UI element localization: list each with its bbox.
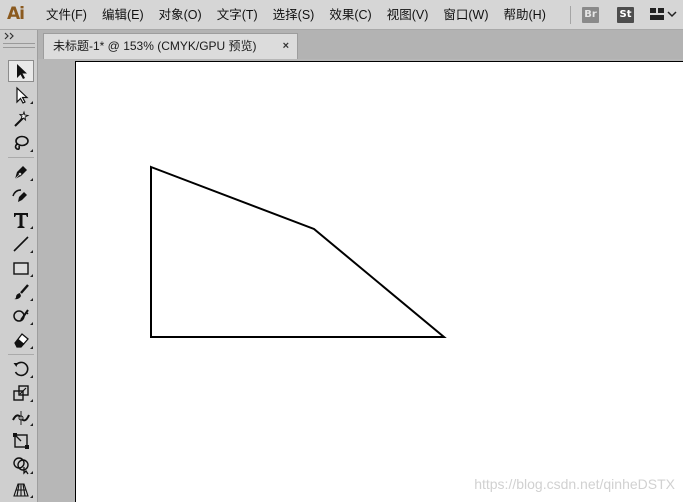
- selection-tool[interactable]: [8, 60, 34, 82]
- menu-separator: [570, 6, 571, 24]
- lasso-tool[interactable]: [8, 132, 34, 154]
- document-tab-title: 未标题-1* @ 153% (CMYK/GPU 预览): [53, 39, 257, 53]
- canvas-area[interactable]: https://blog.csdn.net/qinheDSTX: [38, 59, 683, 502]
- pen-icon: [14, 166, 27, 180]
- menu-object[interactable]: 对象(O): [159, 0, 202, 30]
- tool-flyout-indicator: [30, 346, 33, 349]
- pen-tool[interactable]: [8, 161, 34, 183]
- magic-wand-icon: [14, 110, 30, 127]
- type-icon: [14, 213, 28, 228]
- width-icon: [12, 411, 30, 425]
- paintbrush-icon: [14, 284, 29, 300]
- tool-flyout-indicator: [30, 322, 33, 325]
- shape-builder-icon: [13, 457, 29, 475]
- menu-edit[interactable]: 编辑(E): [102, 0, 144, 30]
- direct-selection-tool[interactable]: [8, 84, 34, 106]
- shaper-icon: [13, 309, 29, 322]
- scale-tool[interactable]: [8, 382, 34, 404]
- free-transform-icon: [13, 433, 29, 449]
- rotate-tool[interactable]: [8, 358, 34, 380]
- document-tab[interactable]: 未标题-1* @ 153% (CMYK/GPU 预览) ×: [43, 33, 298, 59]
- tool-flyout-indicator: [30, 226, 33, 229]
- shape-builder-tool[interactable]: [8, 454, 34, 476]
- eraser-tool[interactable]: [8, 329, 34, 351]
- tool-flyout-indicator: [30, 423, 33, 426]
- tool-flyout-indicator: [30, 101, 33, 104]
- tool-flyout-indicator: [30, 178, 33, 181]
- menu-effect[interactable]: 效果(C): [329, 0, 371, 30]
- menu-view[interactable]: 视图(V): [387, 0, 429, 30]
- close-icon[interactable]: ×: [283, 41, 289, 52]
- app-logo: Ai: [7, 4, 25, 24]
- bridge-icon[interactable]: Br: [582, 7, 599, 23]
- type-tool[interactable]: [8, 209, 34, 231]
- menu-list: 文件(F) 编辑(E) 对象(O) 文字(T) 选择(S) 效果(C) 视图(V…: [46, 0, 561, 30]
- document-tab-strip: 未标题-1* @ 153% (CMYK/GPU 预览) ×: [38, 30, 683, 59]
- tool-flyout-indicator: [30, 495, 33, 498]
- menu-select[interactable]: 选择(S): [273, 0, 315, 30]
- artwork: [150, 165, 447, 338]
- tool-divider: [8, 354, 34, 355]
- stock-icon[interactable]: St: [617, 7, 634, 23]
- tool-flyout-indicator: [30, 298, 33, 301]
- tool-flyout-indicator: [30, 149, 33, 152]
- free-transform-tool[interactable]: [8, 430, 34, 452]
- tool-flyout-indicator: [30, 471, 33, 474]
- perspective-grid-tool[interactable]: [8, 478, 34, 500]
- selection-arrow-icon: [17, 64, 27, 79]
- curvature-pen-icon: [12, 189, 27, 202]
- tool-flyout-indicator: [30, 375, 33, 378]
- rectangle-icon: [13, 262, 29, 275]
- tool-flyout-indicator: [30, 399, 33, 402]
- panel-grip[interactable]: [3, 43, 35, 48]
- tool-divider: [8, 157, 34, 158]
- rotate-icon: [13, 361, 29, 377]
- menu-bar: Ai 文件(F) 编辑(E) 对象(O) 文字(T) 选择(S) 效果(C) 视…: [0, 0, 683, 30]
- artboard[interactable]: [75, 61, 683, 502]
- rectangle-tool[interactable]: [8, 257, 34, 279]
- quadrilateral-shape[interactable]: [150, 165, 447, 338]
- eraser-icon: [14, 333, 29, 348]
- menu-type[interactable]: 文字(T): [217, 0, 258, 30]
- menu-help[interactable]: 帮助(H): [504, 0, 546, 30]
- line-segment-tool[interactable]: [8, 233, 34, 255]
- tool-flyout-indicator: [30, 274, 33, 277]
- chevron-down-icon[interactable]: [667, 9, 677, 19]
- tools-panel: [0, 30, 38, 502]
- width-tool[interactable]: [8, 406, 34, 428]
- menu-window[interactable]: 窗口(W): [443, 0, 488, 30]
- direct-selection-arrow-icon: [16, 86, 29, 104]
- tool-flyout-indicator: [30, 250, 33, 253]
- line-segment-icon: [13, 236, 29, 252]
- scale-icon: [13, 385, 29, 401]
- menu-file[interactable]: 文件(F): [46, 0, 87, 30]
- paintbrush-tool[interactable]: [8, 281, 34, 303]
- watermark: https://blog.csdn.net/qinheDSTX: [474, 476, 675, 492]
- lasso-icon: [14, 135, 29, 150]
- collapse-panel-icon[interactable]: [4, 32, 16, 40]
- curvature-tool[interactable]: [8, 185, 34, 207]
- shaper-tool[interactable]: [8, 305, 34, 327]
- perspective-grid-icon: [13, 483, 29, 497]
- magic-wand-tool[interactable]: [8, 108, 34, 130]
- workspace-switcher-icon[interactable]: [650, 8, 664, 20]
